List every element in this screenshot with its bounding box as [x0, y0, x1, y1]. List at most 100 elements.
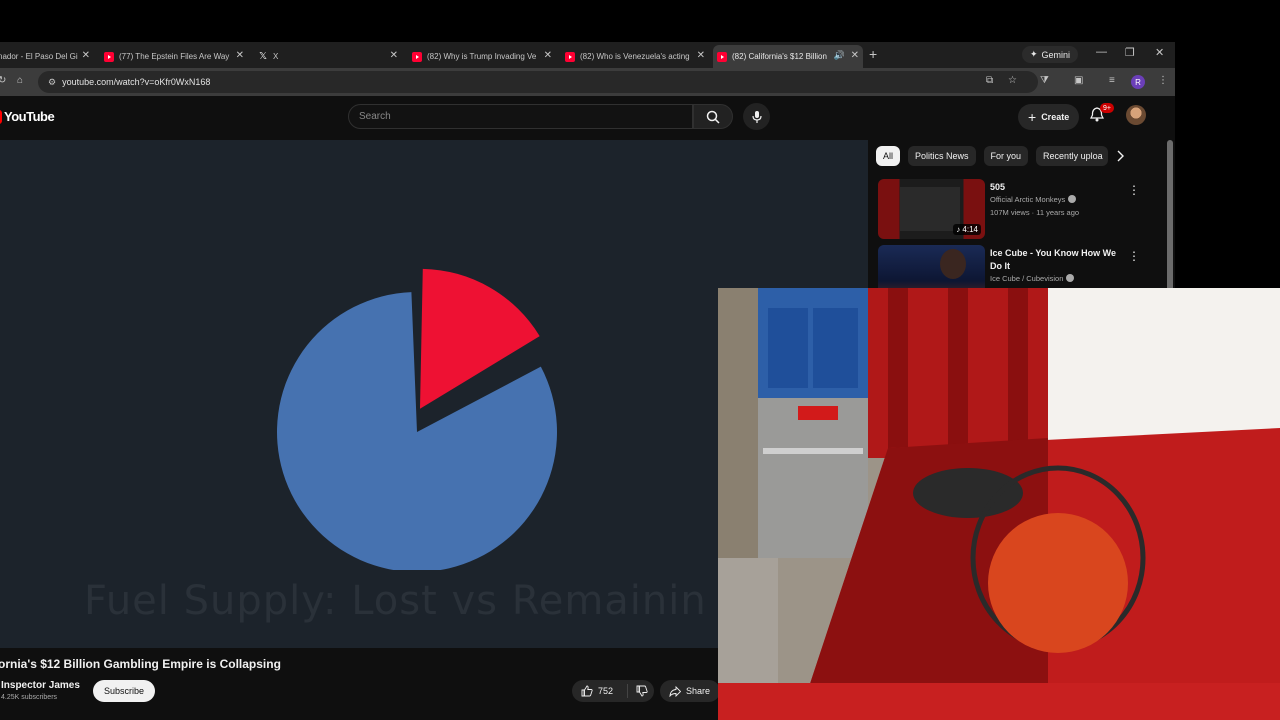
channel-text: Official Arctic Monkeys [990, 195, 1066, 204]
channel-text: Ice Cube / Cubevision [990, 274, 1064, 283]
address-bar: ↻ ⌂ ⚙ youtube.com/watch?v=oKfr0WxN168 ⧉ … [0, 68, 1175, 96]
gemini-button[interactable]: ✦ Gemini [1022, 46, 1079, 63]
search-input[interactable] [359, 111, 659, 122]
webcam-scene [718, 288, 1280, 720]
verified-icon [1066, 274, 1075, 282]
tab-el-paso[interactable]: nador - El Paso Del Gi ✕ [0, 45, 94, 68]
chip-all[interactable]: All [876, 146, 901, 166]
like-button[interactable]: 752 [572, 684, 628, 698]
video-title: ornia's $12 Billion Gambling Empire is C… [0, 657, 281, 671]
more-options-icon[interactable]: ⋮ [1128, 249, 1140, 263]
install-app-icon[interactable]: ⧉ [986, 75, 993, 86]
omnibox[interactable]: ⚙ youtube.com/watch?v=oKfr0WxN168 [38, 71, 1038, 93]
account-avatar[interactable] [1126, 105, 1146, 125]
share-label: Share [686, 686, 711, 696]
tab-label: nador - El Paso Del Gi [0, 52, 78, 61]
tab-x[interactable]: 𝕏 X ✕ [254, 45, 402, 68]
tab-search-icon[interactable]: ▣ [1074, 75, 1083, 86]
reading-list-icon[interactable]: ≡ [1109, 75, 1115, 86]
subscriber-count: 4.25K subscribers [1, 694, 58, 701]
like-count: 752 [598, 686, 614, 696]
plus-icon: + [1028, 109, 1037, 125]
recommendation-item[interactable]: ♪ 4:14 505 Official Arctic Monkeys 107M … [878, 179, 1140, 241]
video-thumbnail[interactable]: ♪ 4:14 [878, 179, 985, 239]
thumbs-up-icon [581, 685, 593, 697]
recommendation-channel[interactable]: Ice Cube / Cubevision [990, 274, 1075, 283]
dislike-button[interactable] [628, 685, 648, 697]
url-text: youtube.com/watch?v=oKfr0WxN168 [62, 77, 211, 87]
youtube-favicon-icon [412, 51, 422, 62]
youtube-header: YouTube + Create 9+ [0, 96, 1175, 140]
verified-icon [1068, 195, 1077, 203]
like-dislike-group: 752 [572, 680, 654, 702]
recommendation-meta: 107M views · 11 years ago [990, 208, 1080, 217]
channel-name[interactable]: Inspector James [1, 680, 80, 691]
tab-label: (82) Who is Venezuela's acting [580, 52, 690, 61]
youtube-play-icon [0, 109, 2, 124]
create-label: Create [1041, 112, 1070, 122]
microphone-icon [751, 110, 762, 123]
sparkle-icon: ✦ [1030, 49, 1038, 59]
tab-strip: nador - El Paso Del Gi ✕ (77) The Epstei… [0, 42, 1175, 68]
profile-avatar[interactable]: R [1131, 75, 1145, 89]
youtube-favicon-icon [104, 51, 114, 62]
window-close-icon[interactable]: ✕ [1155, 46, 1164, 59]
x-logo-icon: 𝕏 [258, 51, 268, 62]
thumbs-down-icon [636, 685, 648, 697]
notification-badge: 9+ [1100, 103, 1114, 113]
home-icon[interactable]: ⌂ [17, 75, 23, 86]
reload-icon[interactable]: ↻ [0, 75, 6, 86]
subscribe-button[interactable]: Subscribe [93, 680, 156, 702]
close-icon[interactable]: ✕ [82, 50, 90, 61]
recommendation-channel[interactable]: Official Arctic Monkeys [990, 195, 1077, 204]
close-icon[interactable]: ✕ [544, 50, 552, 61]
search-box [348, 104, 693, 129]
webcam-overlay [718, 288, 1280, 720]
gemini-label: Gemini [1041, 49, 1071, 60]
video-overlay-text: Fuel Supply: Lost vs Remainin [84, 578, 707, 624]
youtube-logo-text: YouTube [4, 109, 55, 124]
site-info-icon[interactable]: ⚙ [48, 77, 56, 88]
youtube-favicon-icon [565, 51, 575, 62]
voice-search-button[interactable] [743, 103, 770, 130]
search-icon [706, 110, 720, 124]
tab-label: (82) Why is Trump Invading Ve [427, 52, 537, 61]
filter-chips: All Politics News For you Recently uploa [876, 146, 1109, 166]
menu-kebab-icon[interactable]: ⋮ [1158, 75, 1168, 86]
speaker-icon[interactable]: 🔊 [834, 50, 845, 61]
tab-trump-venezuela[interactable]: (82) Why is Trump Invading Ve ✕ [408, 45, 556, 68]
recommendation-title[interactable]: 505 [990, 181, 1125, 194]
pie-chart [250, 260, 580, 572]
thumbnail-scene [940, 249, 966, 279]
youtube-logo[interactable]: YouTube [0, 109, 55, 124]
minimize-icon[interactable]: — [1096, 46, 1107, 58]
chip-for-you[interactable]: For you [983, 146, 1029, 166]
chip-recently-uploaded[interactable]: Recently uploa [1036, 146, 1109, 166]
close-icon[interactable]: ✕ [697, 50, 705, 61]
search-button[interactable] [693, 104, 733, 129]
tab-venezuela-acting[interactable]: (82) Who is Venezuela's acting ✕ [561, 45, 709, 68]
chip-politics-news[interactable]: Politics News [908, 146, 976, 166]
more-options-icon[interactable]: ⋮ [1128, 183, 1140, 197]
close-icon[interactable]: ✕ [851, 50, 859, 61]
close-icon[interactable]: ✕ [390, 50, 398, 61]
video-duration: ♪ 4:14 [953, 224, 981, 235]
share-arrow-icon [669, 685, 681, 697]
maximize-icon[interactable]: ❐ [1125, 46, 1135, 59]
tab-california-gambling[interactable]: (82) California's $12 Billion 🔊 ✕ [713, 45, 863, 68]
new-tab-button[interactable]: + [869, 46, 877, 62]
youtube-favicon-icon [717, 51, 727, 62]
pie-chart-svg [277, 268, 557, 572]
chevron-right-icon[interactable] [1115, 150, 1125, 162]
recommendation-title[interactable]: Ice Cube - You Know How We Do It [990, 247, 1125, 273]
create-button[interactable]: + Create [1018, 104, 1080, 130]
share-button[interactable]: Share [660, 680, 720, 702]
tab-epstein-files[interactable]: (77) The Epstein Files Are Way ✕ [100, 45, 248, 68]
duration-text: 4:14 [962, 225, 978, 234]
extensions-icon[interactable]: ⧩ [1040, 75, 1049, 86]
tab-label: (77) The Epstein Files Are Way [119, 52, 230, 61]
thumbnail-scene [900, 187, 960, 231]
bookmark-star-icon[interactable]: ☆ [1008, 75, 1017, 86]
close-icon[interactable]: ✕ [236, 50, 244, 61]
screen-top-bar [0, 0, 1280, 42]
